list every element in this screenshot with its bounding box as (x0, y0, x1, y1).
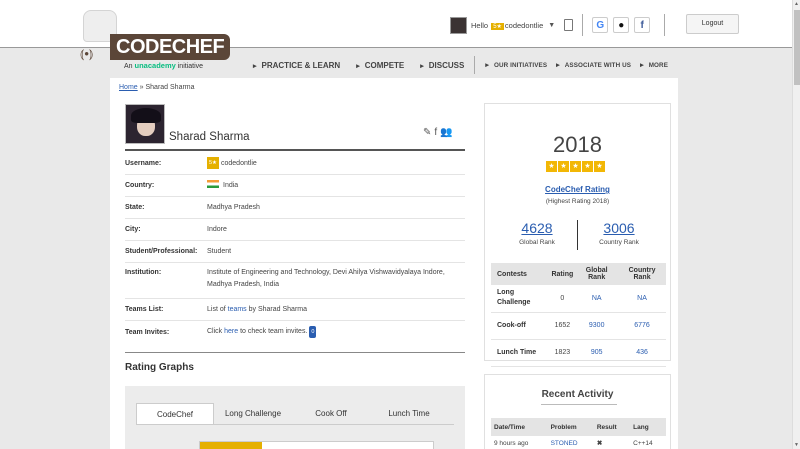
highest-rating: (Highest Rating 2018) (545, 198, 610, 205)
ranks: 4628 Global Rank 3006 Country Rank (507, 220, 649, 250)
detail-row-country: Country: India (125, 175, 465, 197)
star-icon: ★ (594, 161, 605, 172)
scroll-up-icon[interactable]: ▲ (794, 1, 799, 7)
detail-row-city: City: Indore (125, 219, 465, 241)
detail-row-teams: Teams List: List of teams by Sharad Shar… (125, 299, 465, 321)
user-box: Hello 5★ codedontlie ▼ G ● f (450, 14, 674, 36)
invites-link[interactable]: here (224, 328, 238, 335)
nav-practice[interactable]: PRACTICE & LEARN (253, 61, 341, 70)
tab-codechef[interactable]: CodeChef (136, 403, 214, 425)
table-row: Lunch Time 1823 905 436 (491, 339, 666, 367)
table-row: Cook-off 1652 9300 6776 (491, 312, 666, 340)
tab-cook-off[interactable]: Cook Off (292, 403, 370, 425)
nav-associate[interactable]: ASSOCIATE WITH US (556, 61, 631, 69)
detail-row-state: State: Madhya Pradesh (125, 197, 465, 219)
logout-button[interactable]: Logout (686, 14, 739, 34)
profile-details: Username: 5★ codedontlie Country: India S… (125, 152, 465, 343)
brand-name: CODECHEF (110, 34, 231, 60)
star-icon: ★ (570, 161, 581, 172)
rating-card: 2018 ★ ★ ★ ★ ★ CodeChef Rating (Highest Rati… (484, 103, 671, 367)
country-rank: 3006 Country Rank (599, 220, 639, 246)
recent-activity-card: Recent Activity Date/Time Problem Result… (484, 374, 671, 449)
teams-link[interactable]: teams (228, 306, 247, 313)
rating-chart (199, 441, 434, 449)
nav-compete[interactable]: COMPETE (356, 61, 405, 70)
india-flag-icon (207, 179, 219, 188)
wrong-answer-icon[interactable]: ✖ (594, 436, 630, 449)
detail-row-profession: Student/Professional: Student (125, 241, 465, 263)
table-row: 9 hours ago STONED ✖ C++14 (491, 436, 666, 449)
tab-lunch-time[interactable]: Lunch Time (370, 403, 448, 425)
tab-long-challenge[interactable]: Long Challenge (214, 403, 292, 425)
rating-band (200, 442, 262, 449)
rating-stars: ★ ★ ★ ★ ★ (546, 161, 606, 172)
codechef-logo[interactable]: ⦅•⦆ CODECHEF An unacademy initiative (80, 8, 231, 70)
rating-value: 2018 (553, 132, 602, 157)
rating-link[interactable]: CodeChef Rating (485, 185, 670, 194)
rating-graphs-title: Rating Graphs (125, 362, 194, 373)
recent-activity-title: Recent Activity (541, 389, 614, 400)
chevron-down-icon[interactable]: ▼ (548, 22, 555, 29)
scroll-down-icon[interactable]: ▼ (794, 442, 799, 448)
mustache-icon: ⦅•⦆ (80, 46, 94, 61)
invite-count-badge: 0 (309, 326, 317, 338)
friends-icon[interactable]: 👥 (440, 127, 455, 138)
detail-row-username: Username: 5★ codedontlie (125, 152, 465, 175)
detail-row-invites: Team Invites: Click here to check team i… (125, 321, 465, 343)
divider (582, 14, 584, 36)
nav-initiatives[interactable]: OUR INITIATIVES (485, 61, 547, 69)
scrollbar[interactable]: ▲ ▼ (792, 0, 800, 449)
divider (664, 14, 666, 36)
detail-row-institution: Institution: Institute of Engineering and… (125, 263, 465, 299)
star-icon: ★ (582, 161, 593, 172)
contest-rating-table: Contests Rating Global Rank Country Rank… (491, 263, 666, 367)
site-header: ⦅•⦆ CODECHEF An unacademy initiative Hel… (0, 0, 792, 70)
user-greeting[interactable]: Hello 5★ codedontlie (471, 21, 543, 30)
main-panel: Home » Sharad Sharma Sharad Sharma ✎f👥 U… (110, 78, 678, 449)
rating-graph-tabs: CodeChef Long Challenge Cook Off Lunch T… (136, 403, 448, 425)
facebook-icon[interactable]: f (634, 17, 651, 33)
table-row: Long Challenge 0 NA NA (491, 285, 666, 313)
edit-icon[interactable]: ✎ (423, 127, 434, 138)
brand-tagline: An unacademy initiative (124, 61, 204, 70)
activity-table: Date/Time Problem Result Lang 9 hours ag… (491, 418, 666, 449)
breadcrumb-home[interactable]: Home (119, 84, 138, 91)
global-rank: 4628 Global Rank (519, 220, 555, 246)
scrollbar-thumb[interactable] (794, 10, 800, 85)
github-icon[interactable]: ● (613, 17, 630, 33)
avatar[interactable] (450, 16, 467, 34)
google-icon[interactable]: G (592, 17, 609, 33)
breadcrumb: Home » Sharad Sharma (119, 84, 195, 91)
star-icon: ★ (558, 161, 569, 172)
nav-discuss[interactable]: DISCUSS (420, 61, 465, 70)
nav-more[interactable]: MORE (640, 61, 668, 69)
profile-name: Sharad Sharma (169, 131, 250, 143)
main-nav: PRACTICE & LEARN COMPETE DISCUSS OUR INI… (253, 56, 677, 74)
star-icon: ★ (546, 161, 557, 172)
profile-actions: ✎f👥 (423, 127, 456, 138)
notification-icon[interactable] (564, 19, 574, 31)
problem-link[interactable]: STONED (551, 440, 578, 447)
nav-divider (474, 56, 476, 74)
profile-picture (125, 104, 165, 144)
